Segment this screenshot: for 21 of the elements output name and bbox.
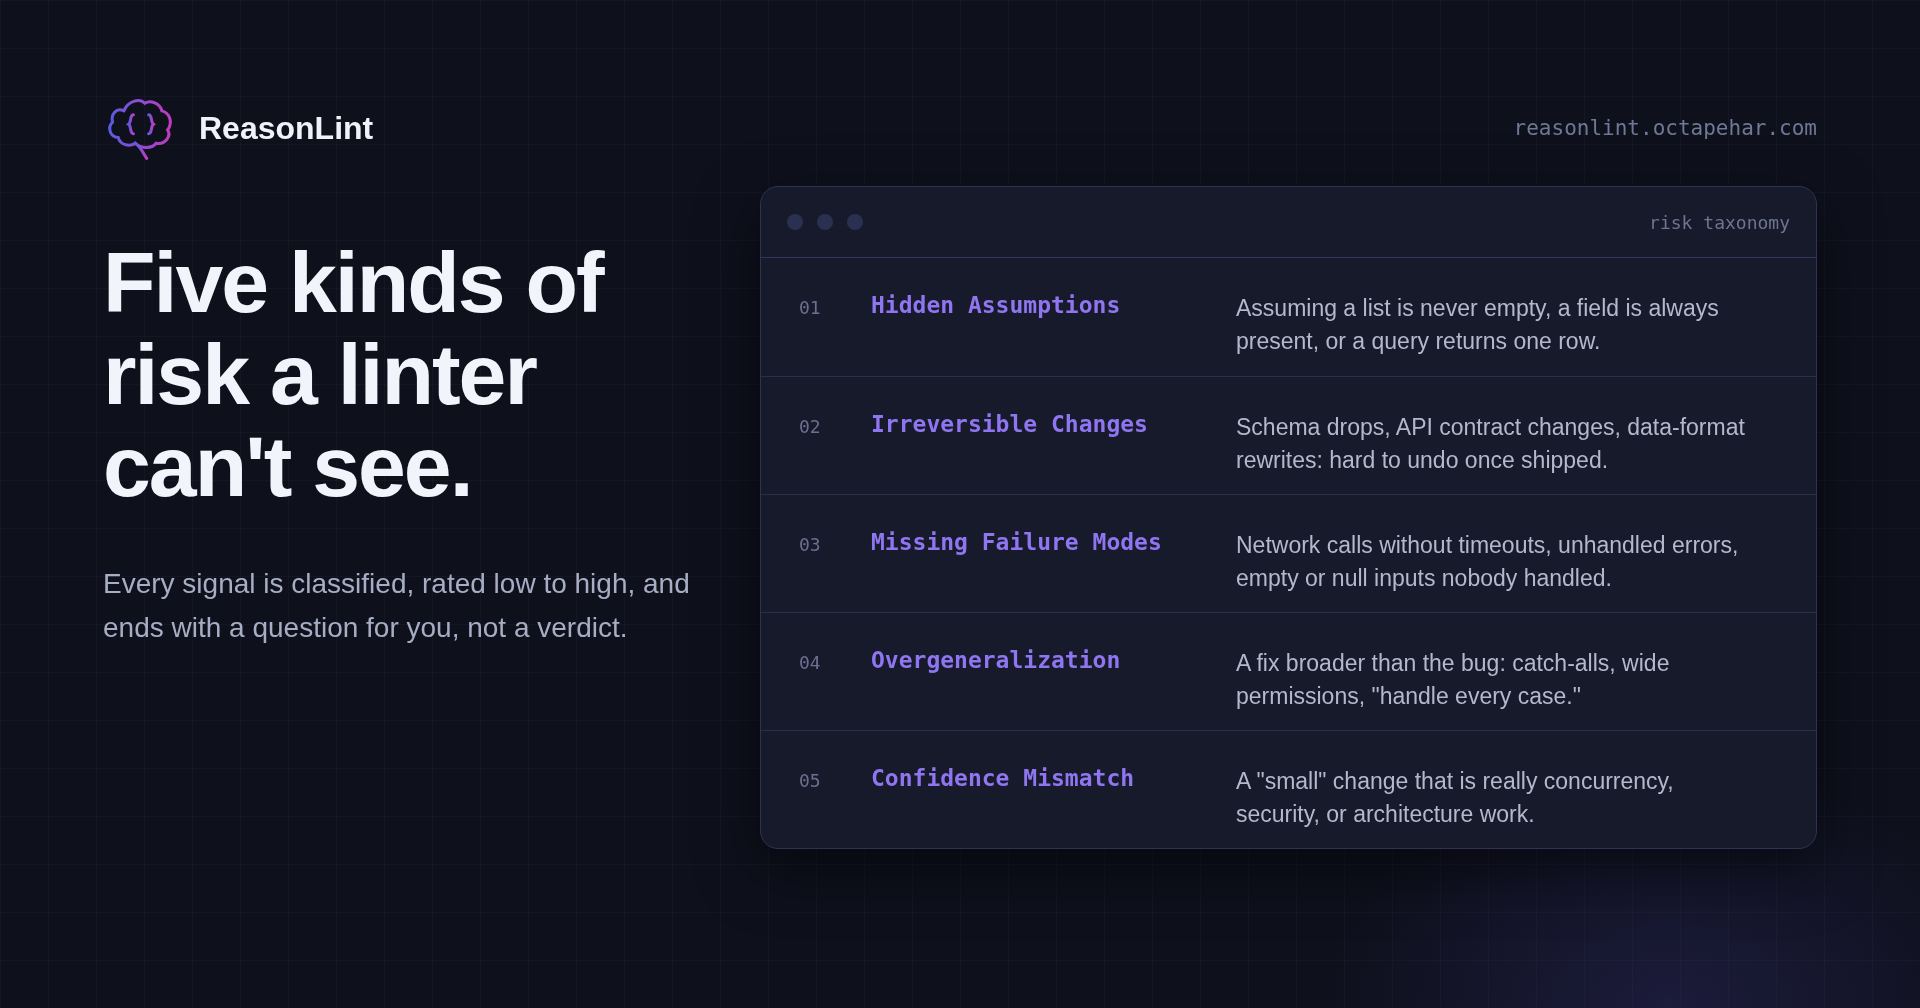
row-number: 02: [799, 415, 822, 437]
window-dots-icon: [787, 214, 863, 230]
risk-name: Hidden Assumptions: [871, 292, 1122, 318]
risk-description: Assuming a list is never empty, a field is always present, or a query returns one row.: [1236, 294, 1720, 356]
risk-description: Network calls without timeouts, unhandled errors, empty or null inputs nobody handled.: [1236, 531, 1740, 593]
risk-description: Schema drops, API contract changes, data-format rewrites: hard to undo once shipped.: [1236, 413, 1746, 475]
subtitle: Every signal is classified, rated low to high, and ends with a question for you, not a verdict.: [103, 567, 691, 645]
card-title: risk taxonomy: [1649, 211, 1790, 233]
headline: Five kinds of risk a linter can't see.: [103, 236, 606, 512]
risk-name: Missing Failure Modes: [871, 529, 1163, 555]
risk-name: Irreversible Changes: [871, 411, 1149, 437]
row-number: 05: [799, 769, 822, 791]
row-number: 01: [799, 296, 822, 318]
risk-description: A fix broader than the bug: catch-alls, wide permissions, "handle every case.": [1236, 649, 1671, 711]
row-number: 03: [799, 533, 822, 555]
row-number: 04: [799, 651, 822, 673]
site-url: reasonlint.octapehar.com: [1513, 116, 1817, 140]
risk-name: Confidence Mismatch: [871, 765, 1136, 791]
risk-name: Overgeneralization: [871, 647, 1122, 673]
brand-name: ReasonLint: [199, 109, 374, 147]
risk-description: A "small" change that is really concurrency, security, or architecture work.: [1236, 767, 1675, 829]
